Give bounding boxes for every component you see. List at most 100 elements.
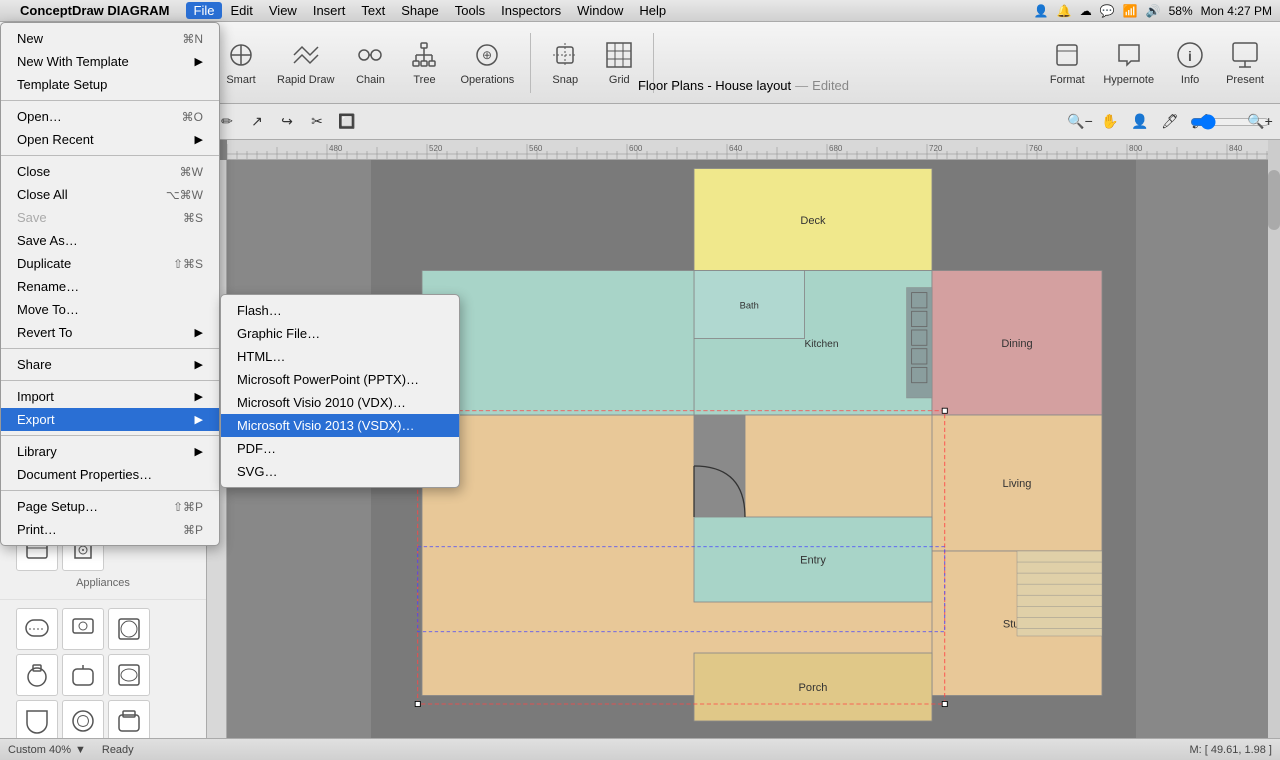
app-name[interactable]: ConceptDraw DIAGRAM xyxy=(20,3,170,18)
menu-save-as[interactable]: Save As… xyxy=(1,229,219,252)
bend-tool[interactable]: ↪ xyxy=(273,108,301,136)
menu-document-properties[interactable]: Document Properties… xyxy=(1,463,219,486)
menu-open[interactable]: Open… ⌘O xyxy=(1,105,219,128)
menu-sep-1 xyxy=(1,100,219,101)
svg-text:Dining: Dining xyxy=(1001,338,1032,350)
grid-button[interactable]: Grid xyxy=(593,33,645,92)
chain-label: Chain xyxy=(356,74,385,86)
menu-shape[interactable]: Shape xyxy=(393,2,447,19)
export-vdx[interactable]: Microsoft Visio 2010 (VDX)… xyxy=(221,391,459,414)
menubar-notch: 🔔 xyxy=(1057,4,1072,18)
zoom-label: Custom 40% xyxy=(8,744,71,756)
zoom-bar xyxy=(1216,108,1244,136)
export-pdf[interactable]: PDF… xyxy=(221,437,459,460)
menu-share[interactable]: Share ▶ xyxy=(1,353,219,376)
menu-insert[interactable]: Insert xyxy=(305,2,354,19)
menu-save-label: Save xyxy=(17,210,47,225)
export-html[interactable]: HTML… xyxy=(221,345,459,368)
bath-6[interactable] xyxy=(108,654,150,696)
menu-inspectors[interactable]: Inspectors xyxy=(493,2,569,19)
toolbar-sep-2 xyxy=(653,33,654,93)
menu-save-as-label: Save As… xyxy=(17,233,78,248)
menu-view[interactable]: View xyxy=(261,2,305,19)
menu-new-with-template[interactable]: New With Template ▶ xyxy=(1,50,219,73)
operations-button[interactable]: ⊕ Operations xyxy=(452,33,522,92)
menubar-wifi: 📶 xyxy=(1123,4,1138,18)
menu-page-setup[interactable]: Page Setup… ⇧⌘P xyxy=(1,495,219,518)
menu-template-setup[interactable]: Template Setup xyxy=(1,73,219,96)
hypernote-button[interactable]: Hypernote xyxy=(1095,33,1162,92)
bath-4[interactable] xyxy=(16,654,58,696)
stamp-tool[interactable]: 🔲 xyxy=(333,108,361,136)
menu-close[interactable]: Close ⌘W xyxy=(1,160,219,183)
menu-sep-5 xyxy=(1,435,219,436)
menu-edit[interactable]: Edit xyxy=(222,2,260,19)
person-tool[interactable]: 👤 xyxy=(1126,108,1154,136)
menu-text[interactable]: Text xyxy=(353,2,393,19)
export-svg[interactable]: SVG… xyxy=(221,460,459,483)
zoom-in-tool[interactable]: 🔍+ xyxy=(1246,108,1274,136)
bath-5[interactable] xyxy=(62,654,104,696)
zoom-control[interactable]: Custom 40% ▼ xyxy=(8,744,86,756)
bath-9[interactable] xyxy=(108,700,150,738)
snap-button[interactable]: Snap xyxy=(539,33,591,92)
menu-revert-to[interactable]: Revert To ▶ xyxy=(1,321,219,344)
menu-new[interactable]: New ⌘N xyxy=(1,27,219,50)
pan-tool[interactable]: ✋ xyxy=(1096,108,1124,136)
menubar-right: 👤 🔔 ☁ 💬 📶 🔊 58% Mon 4:27 PM xyxy=(1034,4,1272,18)
zoom-dropdown-arrow[interactable]: ▼ xyxy=(75,744,86,756)
toolbar-sep-1 xyxy=(530,33,531,93)
export-flash[interactable]: Flash… xyxy=(221,299,459,322)
menu-open-shortcut: ⌘O xyxy=(182,110,203,124)
menu-new-label: New xyxy=(17,31,43,46)
bath-8[interactable] xyxy=(62,700,104,738)
vertical-scrollbar[interactable] xyxy=(1268,140,1280,738)
format-button[interactable]: Format xyxy=(1041,33,1093,92)
menu-file[interactable]: File xyxy=(186,2,223,19)
info-button[interactable]: i Info xyxy=(1164,33,1216,92)
menu-import[interactable]: Import ▶ xyxy=(1,385,219,408)
menu-move-to[interactable]: Move To… xyxy=(1,298,219,321)
scissors-tool[interactable]: ✂ xyxy=(303,108,331,136)
zoom-out-tool[interactable]: 🔍− xyxy=(1066,108,1094,136)
menu-share-arrow: ▶ xyxy=(195,358,203,371)
svg-text:Deck: Deck xyxy=(800,215,826,227)
hypernote-icon xyxy=(1113,39,1145,71)
menu-document-properties-label: Document Properties… xyxy=(17,467,152,482)
svg-text:i: i xyxy=(1188,48,1192,64)
svg-text:Porch: Porch xyxy=(799,682,828,694)
bath-1[interactable] xyxy=(16,608,58,650)
menu-tools[interactable]: Tools xyxy=(447,2,493,19)
svg-text:600: 600 xyxy=(629,144,643,153)
menu-close-all-shortcut: ⌥⌘W xyxy=(166,188,203,202)
vertical-scrollbar-thumb[interactable] xyxy=(1268,170,1280,230)
format-icon xyxy=(1051,39,1083,71)
chain-button[interactable]: Chain xyxy=(344,33,396,92)
menu-window[interactable]: Window xyxy=(569,2,631,19)
tree-button[interactable]: Tree xyxy=(398,33,450,92)
menu-close-all[interactable]: Close All ⌥⌘W xyxy=(1,183,219,206)
bath-2[interactable] xyxy=(62,608,104,650)
menu-library[interactable]: Library ▶ xyxy=(1,440,219,463)
rapid-draw-button[interactable]: Rapid Draw xyxy=(269,33,342,92)
export-vsdx[interactable]: Microsoft Visio 2013 (VSDX)… xyxy=(221,414,459,437)
menu-help[interactable]: Help xyxy=(631,2,674,19)
bath-3[interactable] xyxy=(108,608,150,650)
export-graphic-file[interactable]: Graphic File… xyxy=(221,322,459,345)
bath-7[interactable] xyxy=(16,700,58,738)
menubar-cloud: ☁ xyxy=(1080,4,1092,18)
menu-duplicate[interactable]: Duplicate ⇧⌘S xyxy=(1,252,219,275)
smart-button[interactable]: Smart xyxy=(215,33,267,92)
menu-open-recent[interactable]: Open Recent ▶ xyxy=(1,128,219,151)
connect-tool[interactable]: ↗ xyxy=(243,108,271,136)
menu-rename[interactable]: Rename… xyxy=(1,275,219,298)
menu-print[interactable]: Print… ⌘P xyxy=(1,518,219,541)
present-button[interactable]: Present xyxy=(1218,33,1272,92)
bathroom-grid xyxy=(8,604,198,738)
menubar-battery: 58% xyxy=(1169,4,1193,18)
pen-tool[interactable]: 🖊 xyxy=(1156,108,1184,136)
menu-revert-to-arrow: ▶ xyxy=(195,326,203,339)
export-pptx[interactable]: Microsoft PowerPoint (PPTX)… xyxy=(221,368,459,391)
info-label: Info xyxy=(1181,74,1199,86)
menu-export[interactable]: Export ▶ xyxy=(1,408,219,431)
